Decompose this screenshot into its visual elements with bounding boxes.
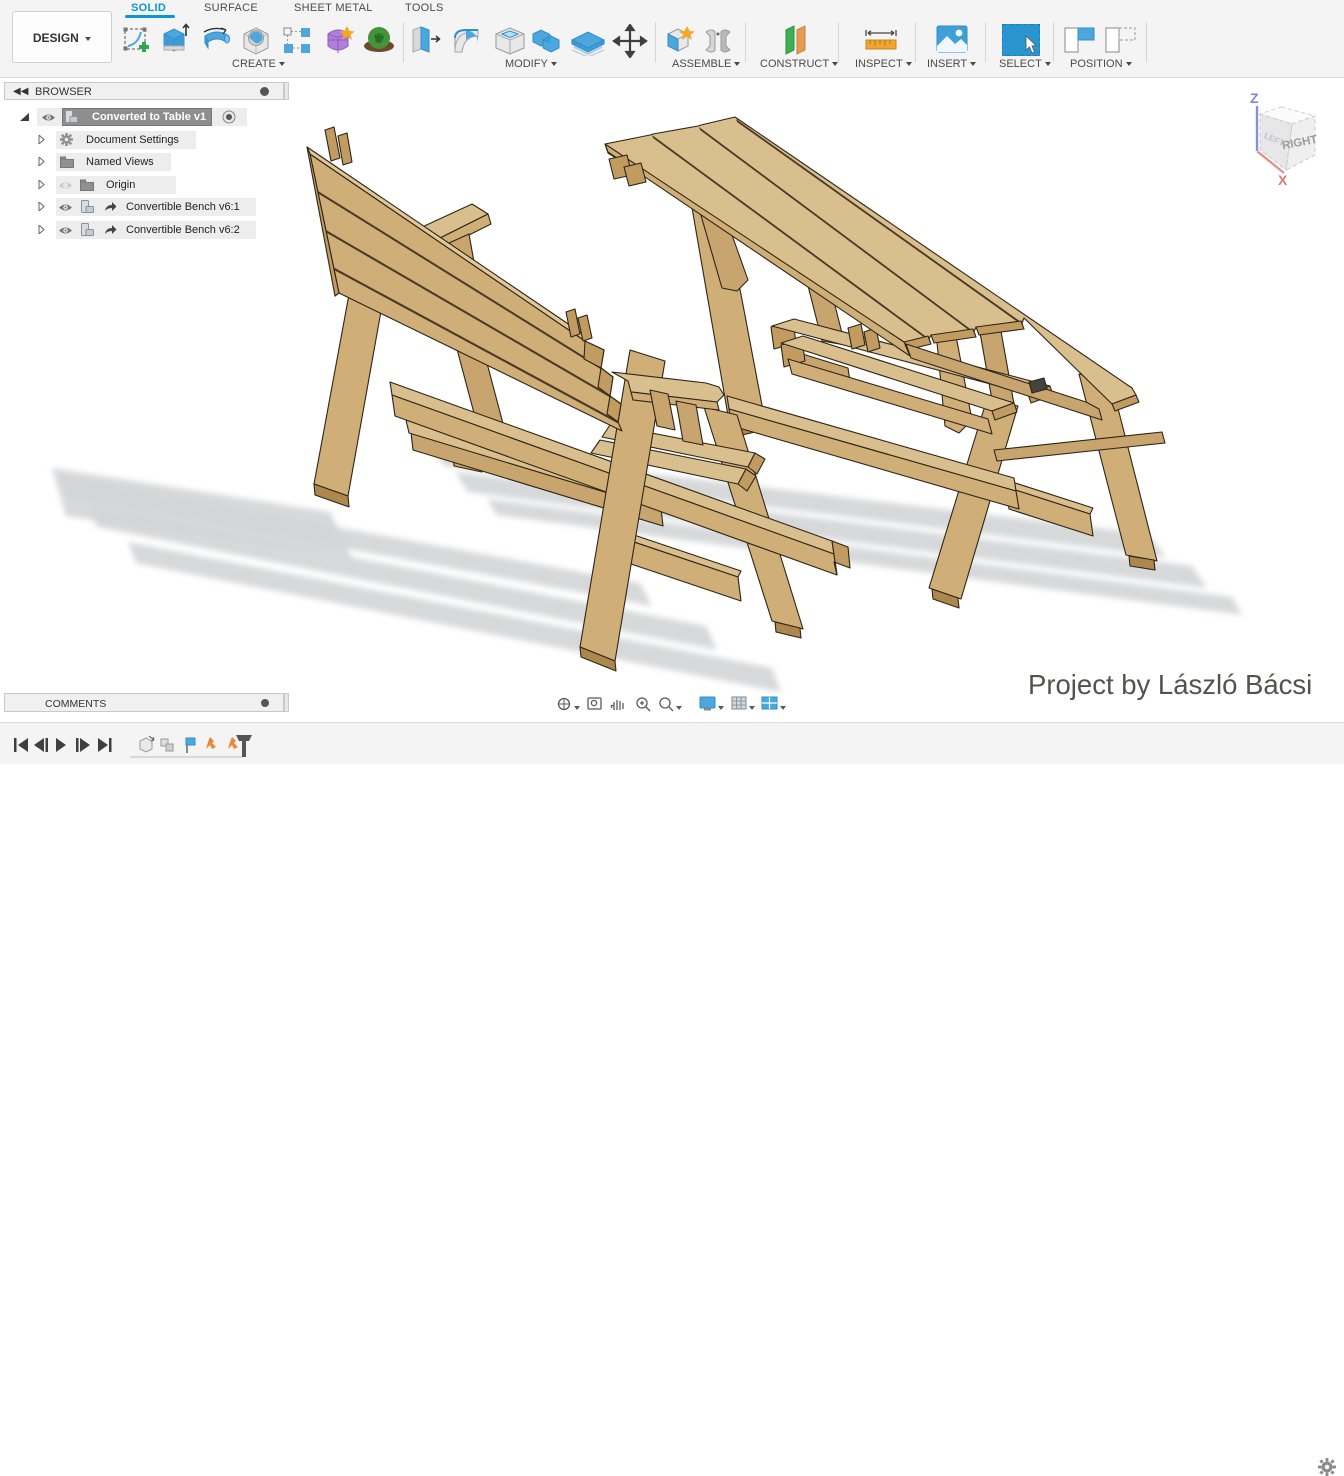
svg-text:P: P [370,36,376,46]
svg-text:O: O [381,36,388,46]
svg-text:Z: Z [1250,90,1259,106]
svg-text:X: X [1278,172,1288,188]
